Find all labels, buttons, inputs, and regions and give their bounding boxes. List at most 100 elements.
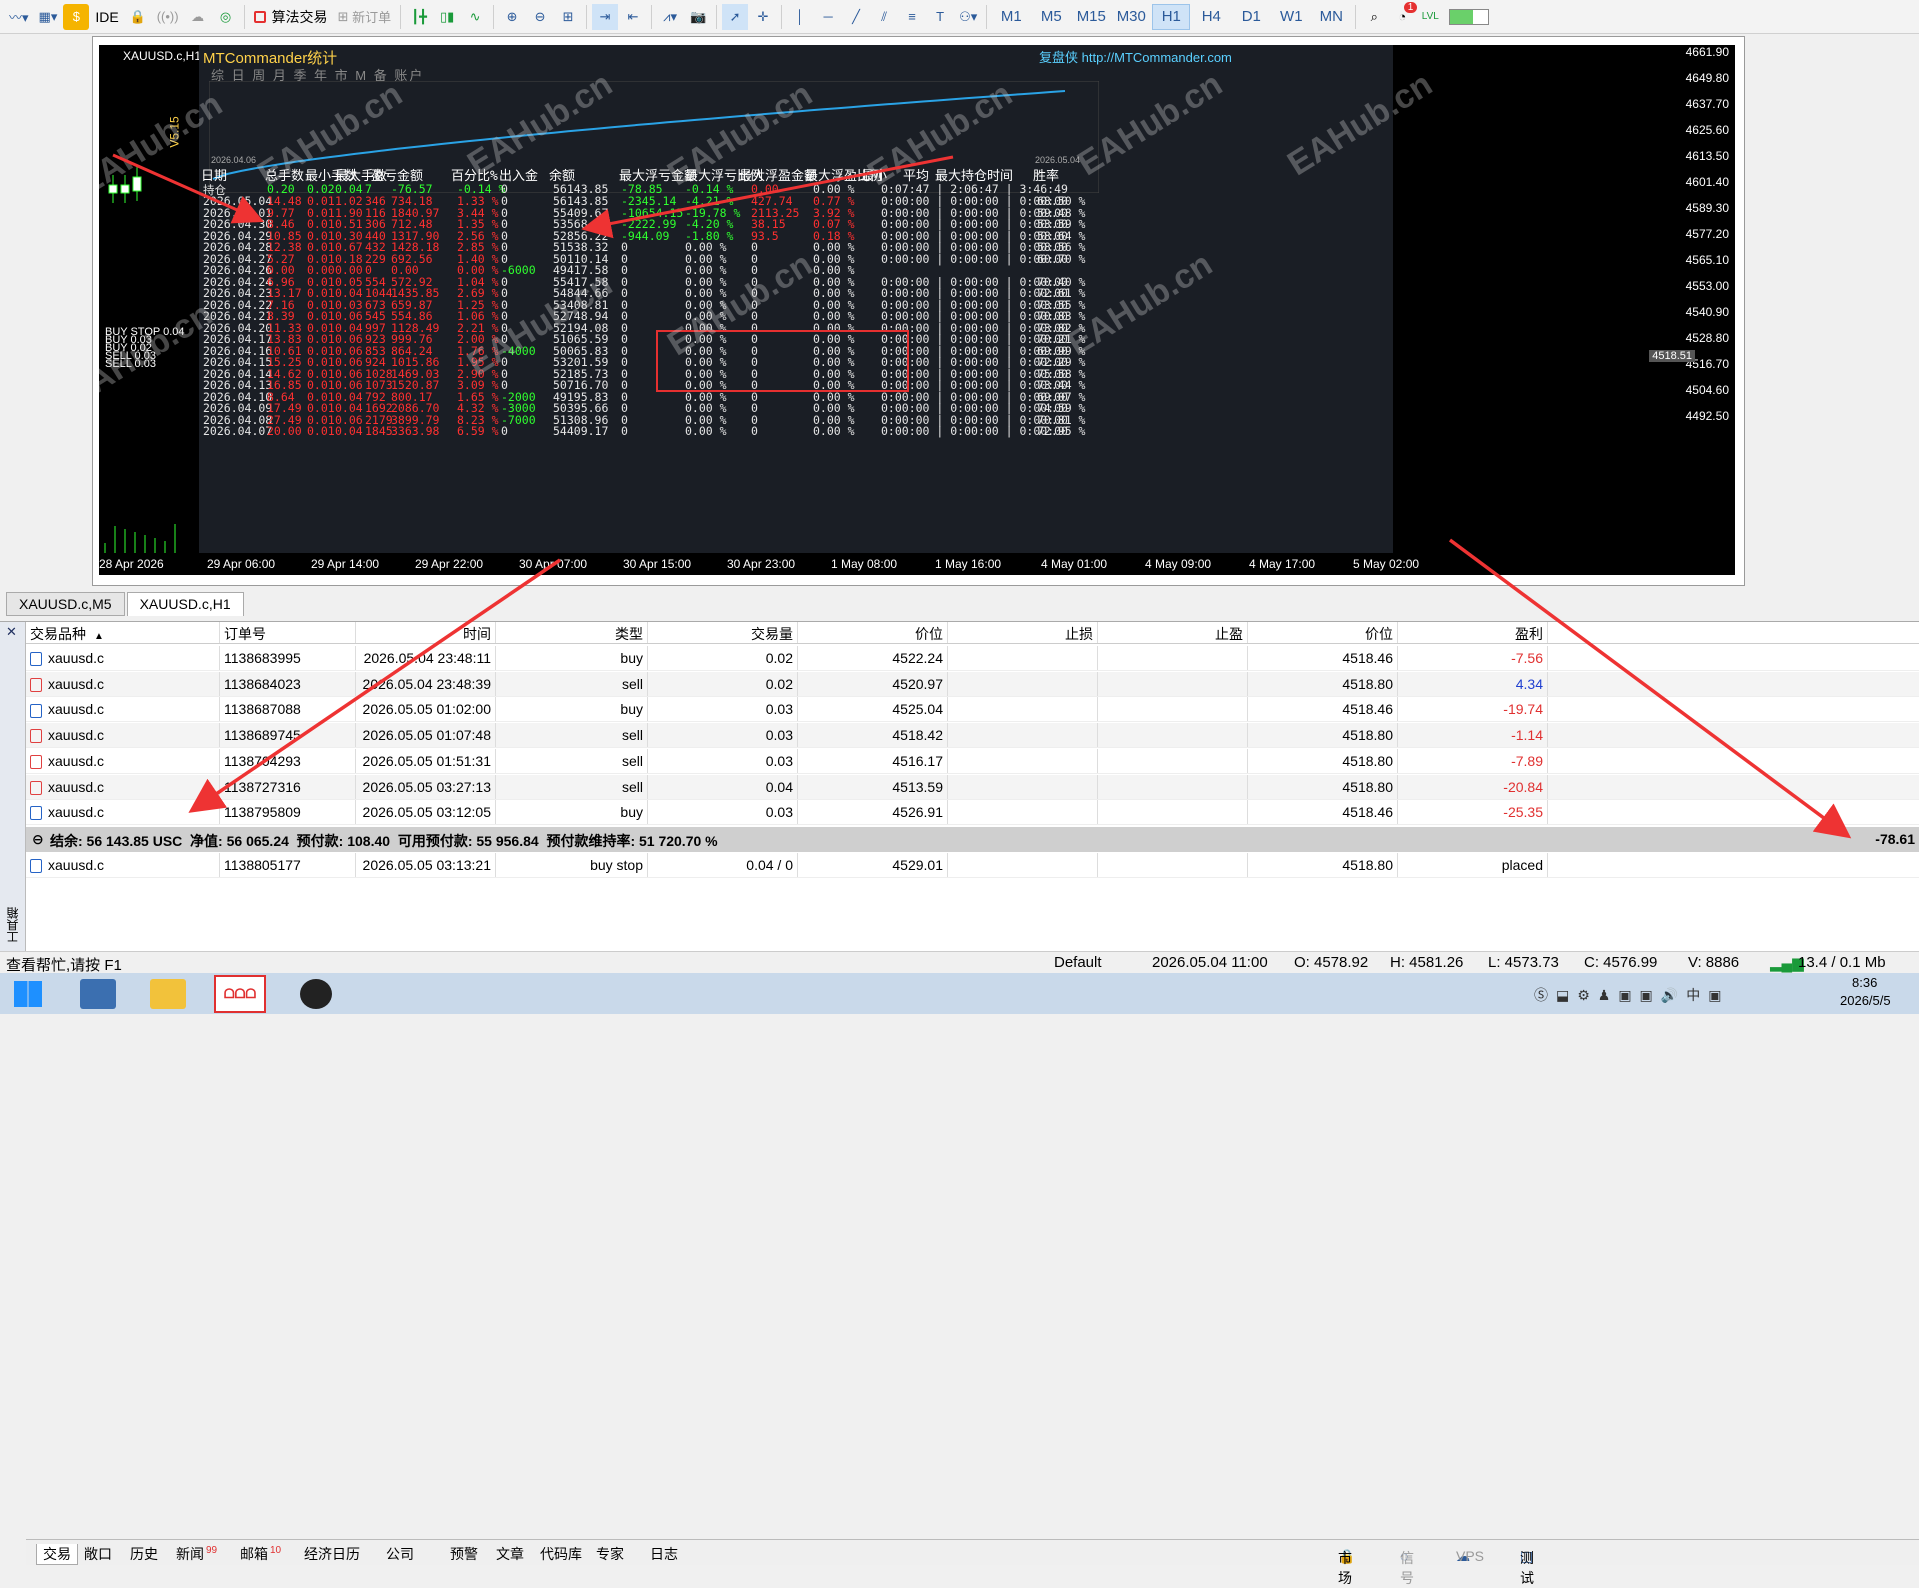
fibo-icon[interactable]: ≡	[899, 4, 925, 30]
terminal-tab[interactable]: 代码库	[540, 1544, 582, 1564]
tf-h1[interactable]: H1	[1152, 3, 1191, 30]
candle-chart-icon[interactable]: ▯▮	[434, 4, 460, 30]
terminal-tab[interactable]: 新闻 99	[176, 1544, 217, 1564]
autoscroll-icon[interactable]: ⇥	[592, 3, 619, 30]
notification-icon[interactable]: ◔ 1	[1389, 1, 1418, 30]
pending-order-row[interactable]: xauusd.c 1138805177 2026.05.05 03:13:21 buy…	[26, 853, 1919, 878]
price-tick: 4540.90	[1685, 305, 1729, 319]
price-chart[interactable]: XAUUSD.c,H1 V5.15 BUY STOP 0.04 BUY 0.03…	[99, 45, 1735, 575]
table-cell: xauusd.c	[26, 671, 220, 696]
battery-icon[interactable]	[1445, 4, 1493, 30]
ide-button[interactable]: IDE	[91, 4, 122, 30]
stats-cell: 3363.98	[391, 424, 440, 438]
column-header[interactable]: 类型	[496, 622, 648, 643]
column-header[interactable]: 交易量	[648, 622, 798, 643]
line-mode-icon[interactable]: ∿	[462, 4, 488, 30]
lock-icon[interactable]: 🔒	[125, 4, 151, 30]
column-header[interactable]: 盈利	[1398, 622, 1548, 643]
table-row[interactable]: xauusd.c 1138689745 2026.05.05 01:07:48 sel…	[26, 723, 1919, 749]
current-price-tag: 4518.51	[1649, 350, 1695, 362]
search-icon[interactable]: ⌕	[1361, 4, 1387, 30]
stats-link[interactable]: 复盘侠 http://MTCommander.com	[1039, 47, 1232, 66]
tf-d1[interactable]: D1	[1232, 4, 1270, 30]
folder-icon[interactable]	[150, 979, 186, 1009]
chart-window: XAUUSD.c,H1 V5.15 BUY STOP 0.04 BUY 0.03…	[92, 36, 1745, 586]
column-header[interactable]: 止盈	[1098, 622, 1248, 643]
terminal-tab[interactable]: 预警	[450, 1544, 478, 1564]
buy-order-icon	[30, 652, 42, 667]
trendline-icon[interactable]: ╱	[843, 4, 869, 30]
chart-tab-active[interactable]: XAUUSD.c,H1	[126, 592, 244, 616]
terminal-tab[interactable]: 日志	[650, 1544, 678, 1564]
tf-w1[interactable]: W1	[1272, 4, 1310, 30]
tf-m30[interactable]: M30	[1112, 4, 1150, 30]
column-header[interactable]: 价位	[1248, 622, 1398, 643]
column-header[interactable]: 止损	[948, 622, 1098, 643]
mt5-app-icon[interactable]: ᗝᗝᗝ	[214, 975, 266, 1013]
terminal-tab[interactable]: 文章	[496, 1544, 524, 1564]
new-order-button[interactable]: ⊞ 新订单	[334, 4, 396, 30]
table-row[interactable]: xauusd.c 1138683995 2026.05.04 23:48:11 buy…	[26, 646, 1919, 671]
column-header[interactable]: 价位	[798, 622, 948, 643]
table-row[interactable]: xauusd.c 1138684023 2026.05.04 23:48:39 sel…	[26, 671, 1919, 697]
table-cell: 1138727316	[220, 774, 356, 799]
terminal-tab[interactable]: 公司	[386, 1544, 414, 1564]
channel-icon[interactable]: ⫽	[871, 4, 897, 30]
cell-text: 1138805177	[224, 857, 301, 873]
tf-h4[interactable]: H4	[1192, 4, 1230, 30]
table-row[interactable]: xauusd.c 1138795809 2026.05.05 03:12:05 buy…	[26, 800, 1919, 826]
crosshair-icon[interactable]: ✛	[750, 4, 776, 30]
grid-icon[interactable]: ⊞	[555, 4, 581, 30]
terminal-tab[interactable]: 敞口	[84, 1544, 112, 1564]
table-row[interactable]: xauusd.c 1138727316 2026.05.05 03:27:13 sel…	[26, 774, 1919, 800]
tf-m1[interactable]: M1	[992, 4, 1030, 30]
qq-icon[interactable]	[300, 979, 332, 1009]
price-tick: 4577.20	[1685, 227, 1729, 241]
vertical-line-icon[interactable]: │	[787, 4, 813, 30]
zoom-in-icon[interactable]: ⊕	[499, 4, 525, 30]
chart-tab[interactable]: XAUUSD.c,M5	[6, 592, 125, 616]
horizontal-line-icon[interactable]: ─	[815, 4, 841, 30]
vps-icon[interactable]: ◎	[213, 4, 239, 30]
line-chart-icon[interactable]: 〰▾	[5, 4, 33, 30]
cell-text: 1138684023	[224, 675, 301, 692]
terminal-tab[interactable]: 交易	[36, 1544, 78, 1565]
column-header[interactable]: 订单号	[220, 622, 356, 643]
close-icon[interactable]: ✕	[6, 624, 17, 640]
screenshot-icon[interactable]: 📷	[685, 4, 711, 30]
cursor-icon[interactable]: ➚	[722, 3, 749, 30]
terminal-tab[interactable]: 专家	[596, 1544, 624, 1564]
indicators-icon[interactable]: ⩘▾	[657, 4, 683, 30]
column-header[interactable]: 交易品种 ▲	[26, 622, 220, 643]
algo-trading-button[interactable]: 算法交易	[250, 4, 332, 30]
windows-start-icon[interactable]	[14, 981, 42, 1007]
table-row[interactable]: xauusd.c 1138687088 2026.05.05 01:02:00 buy…	[26, 697, 1919, 723]
zoom-out-icon[interactable]: ⊖	[527, 4, 553, 30]
collapse-icon[interactable]: ⊖	[32, 831, 44, 848]
level-icon[interactable]: LVL	[1417, 4, 1443, 30]
text-icon[interactable]: T	[927, 4, 953, 30]
signal-icon[interactable]: ((•))	[153, 4, 183, 30]
terminal-tab[interactable]: 邮箱 10	[240, 1544, 281, 1564]
table-row[interactable]: xauusd.c 1138704293 2026.05.05 01:51:31 sel…	[26, 748, 1919, 774]
stats-cell: 1845	[365, 424, 393, 438]
tf-mn[interactable]: MN	[1312, 4, 1350, 30]
terminal-tab[interactable]: 历史	[130, 1544, 158, 1564]
dollar-icon[interactable]: $	[63, 3, 90, 30]
taskbar-app-icon[interactable]	[80, 979, 116, 1009]
terminal-tab[interactable]: 经济日历	[304, 1544, 360, 1564]
summary-row: ⊖ 结余: 56 143.85 USC 净值: 56 065.24 预付款: 1…	[26, 827, 1919, 852]
terminal-tabs: 交易 敞口 历史 新闻 99 邮箱 10 经济日历 公司 预警 文章 代码库 专家 日志 🔒 市场 ◌ 信号 ☁ VP…	[26, 1539, 1919, 1586]
cloud-icon[interactable]: ☁	[185, 4, 211, 30]
chart-shift-icon[interactable]: ⇤	[620, 4, 646, 30]
tf-m5[interactable]: M5	[1032, 4, 1070, 30]
cell-text: 0.03	[765, 701, 793, 718]
chart-type-icon[interactable]: ▦▾	[35, 4, 62, 30]
tf-m15[interactable]: M15	[1072, 4, 1110, 30]
status-datetime: 2026.05.04 11:00	[1152, 954, 1268, 971]
buy-order-icon	[30, 703, 42, 718]
table-cell: 0.03	[648, 800, 798, 825]
bar-chart-icon[interactable]: ┃╋	[406, 4, 432, 30]
shapes-icon[interactable]: ⚇▾	[955, 4, 981, 30]
column-header[interactable]: 时间	[356, 622, 496, 643]
